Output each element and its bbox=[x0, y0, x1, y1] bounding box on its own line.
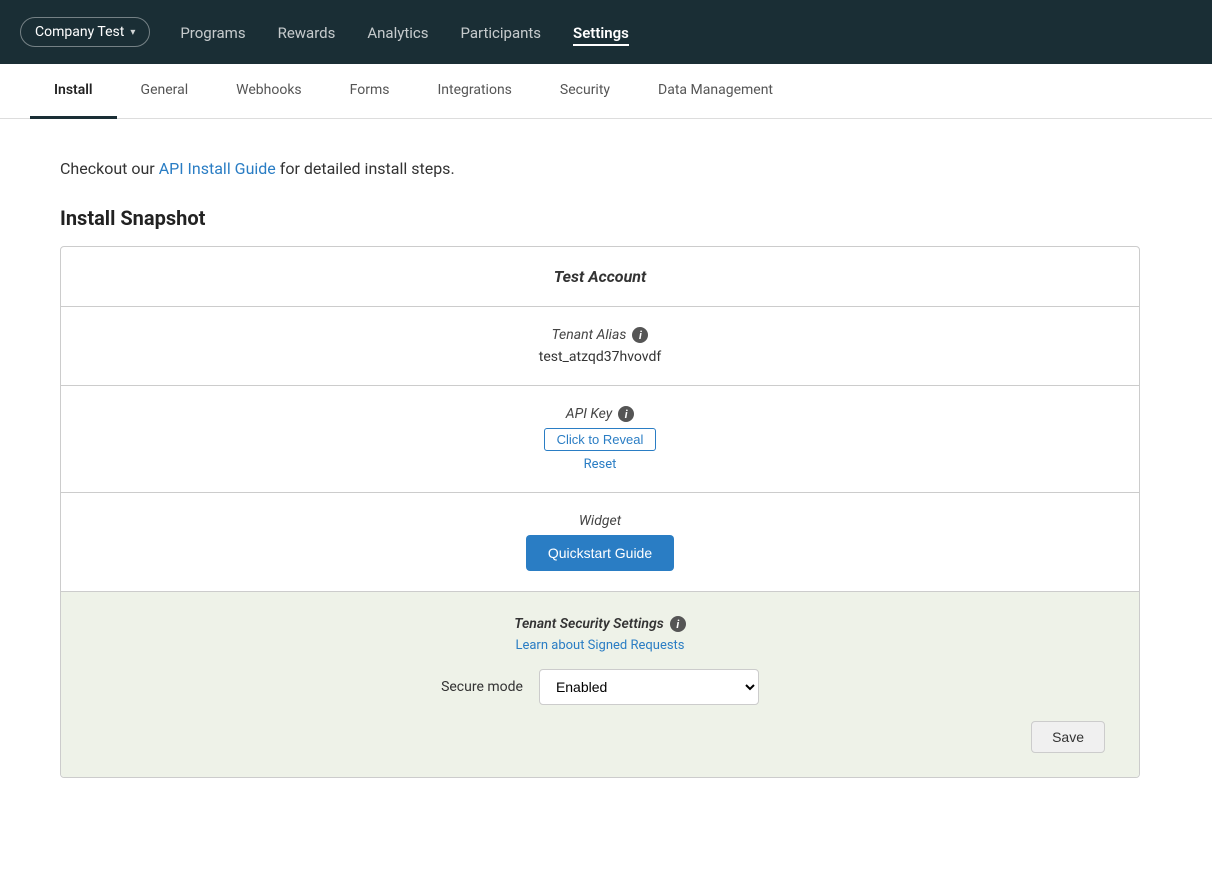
security-section: Tenant Security Settings i Learn about S… bbox=[61, 592, 1139, 777]
quickstart-guide-button[interactable]: Quickstart Guide bbox=[526, 535, 674, 571]
tenant-alias-info-icon[interactable]: i bbox=[632, 327, 648, 343]
save-button[interactable]: Save bbox=[1031, 721, 1105, 753]
settings-tabs: Install General Webhooks Forms Integrati… bbox=[0, 64, 1212, 119]
intro-text-before: Checkout our bbox=[60, 159, 159, 178]
card-title: Test Account bbox=[554, 267, 646, 286]
intro-text-after: for detailed install steps. bbox=[276, 159, 455, 178]
company-name: Company Test bbox=[35, 24, 124, 40]
company-selector[interactable]: Company Test ▾ bbox=[20, 17, 150, 47]
tab-data-management[interactable]: Data Management bbox=[634, 64, 797, 119]
secure-mode-label: Secure mode bbox=[441, 679, 523, 695]
nav-participants[interactable]: Participants bbox=[460, 20, 541, 46]
tab-integrations[interactable]: Integrations bbox=[413, 64, 535, 119]
nav-settings[interactable]: Settings bbox=[573, 20, 629, 46]
tenant-alias-row: Tenant Alias i test_atzqd37hvovdf bbox=[61, 307, 1139, 386]
tab-general[interactable]: General bbox=[117, 64, 213, 119]
top-nav: Company Test ▾ Programs Rewards Analytic… bbox=[0, 0, 1212, 64]
section-title: Install Snapshot bbox=[60, 206, 1140, 230]
main-nav-links: Programs Rewards Analytics Participants … bbox=[180, 23, 629, 42]
learn-signed-requests-link[interactable]: Learn about Signed Requests bbox=[85, 638, 1115, 653]
tenant-alias-value: test_atzqd37hvovdf bbox=[81, 349, 1119, 365]
tab-forms[interactable]: Forms bbox=[326, 64, 414, 119]
nav-rewards[interactable]: Rewards bbox=[278, 20, 336, 46]
api-key-label: API Key i bbox=[81, 406, 1119, 422]
secure-mode-select[interactable]: Enabled Disabled bbox=[539, 669, 759, 705]
save-row: Save bbox=[85, 721, 1115, 753]
main-content: Checkout our API Install Guide for detai… bbox=[0, 119, 1200, 818]
card-header-row: Test Account bbox=[61, 247, 1139, 307]
reset-api-key-link[interactable]: Reset bbox=[81, 457, 1119, 472]
tenant-alias-label: Tenant Alias i bbox=[81, 327, 1119, 343]
security-info-icon[interactable]: i bbox=[670, 616, 686, 632]
chevron-down-icon: ▾ bbox=[130, 27, 135, 38]
api-key-row: API Key i Click to Reveal Reset bbox=[61, 386, 1139, 493]
nav-analytics[interactable]: Analytics bbox=[367, 20, 428, 46]
click-to-reveal-button[interactable]: Click to Reveal bbox=[544, 428, 657, 451]
tab-install[interactable]: Install bbox=[30, 64, 117, 119]
snapshot-card: Test Account Tenant Alias i test_atzqd37… bbox=[60, 246, 1140, 778]
nav-programs[interactable]: Programs bbox=[180, 20, 245, 46]
security-title: Tenant Security Settings i bbox=[85, 616, 1115, 632]
tab-security[interactable]: Security bbox=[536, 64, 634, 119]
widget-row: Widget Quickstart Guide bbox=[61, 493, 1139, 592]
intro-paragraph: Checkout our API Install Guide for detai… bbox=[60, 159, 1140, 178]
api-install-guide-link[interactable]: API Install Guide bbox=[159, 159, 276, 178]
secure-mode-row: Secure mode Enabled Disabled bbox=[85, 669, 1115, 705]
tab-webhooks[interactable]: Webhooks bbox=[212, 64, 326, 119]
widget-label: Widget bbox=[81, 513, 1119, 529]
api-key-info-icon[interactable]: i bbox=[618, 406, 634, 422]
